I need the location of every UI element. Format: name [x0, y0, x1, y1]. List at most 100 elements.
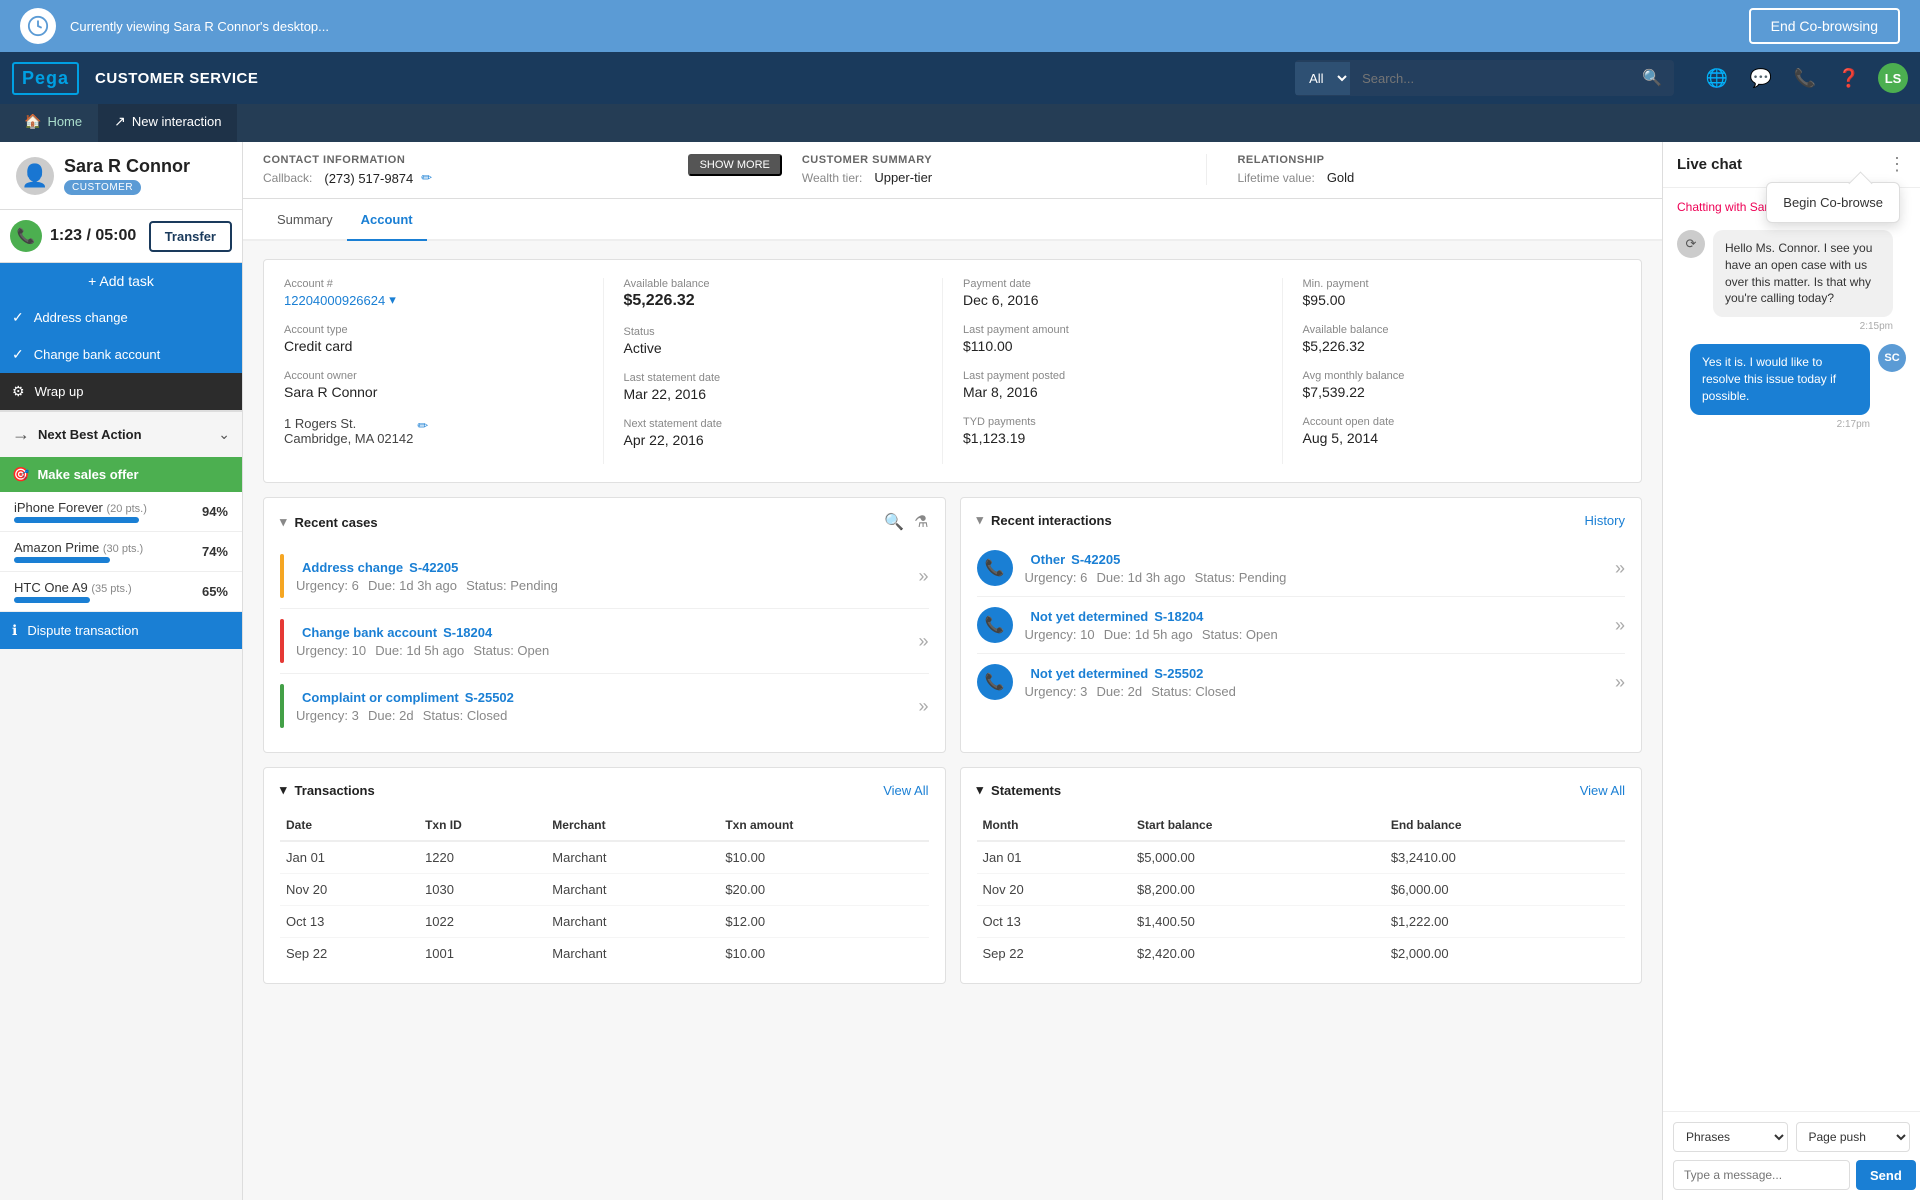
min-payment-label: Min. payment — [1303, 278, 1622, 290]
txn-row-1[interactable]: Jan 01 1220 Marchant $10.00 — [280, 841, 929, 874]
urgency-bar-green — [280, 684, 284, 728]
case-info-address: Address changeS-42205 Urgency: 6 Due: 1d… — [296, 560, 918, 593]
chat-tools: Phrases Page push — [1673, 1122, 1910, 1152]
customer-badge: CUSTOMER — [64, 180, 141, 195]
interaction-phone-icon-3: 📞 — [977, 664, 1013, 700]
tab-new-interaction[interactable]: ↗ New interaction — [98, 104, 237, 142]
statements-view-all[interactable]: View All — [1580, 783, 1625, 798]
interaction-icon: ↗ — [114, 113, 126, 130]
lifetime-label: Lifetime value: — [1237, 171, 1314, 185]
case-row-bank-account[interactable]: Change bank accountS-18204 Urgency: 10 D… — [280, 609, 929, 674]
nba-chevron-icon[interactable]: ⌄ — [218, 426, 230, 443]
phrases-select[interactable]: Phrases — [1673, 1122, 1788, 1152]
tab-home[interactable]: 🏠 Home — [8, 104, 98, 142]
interaction-row-1[interactable]: 📞 OtherS-42205 Urgency: 6 Due: 1d 3h ago… — [977, 540, 1626, 597]
nba-offer-htc[interactable]: HTC One A9 (35 pts.) 65% — [0, 572, 242, 612]
txn-amount-2: $20.00 — [719, 874, 928, 906]
interaction-meta-1: Urgency: 6 Due: 1d 3h ago Status: Pendin… — [1025, 570, 1603, 585]
task-item-wrap-up[interactable]: ⚙ Wrap up — [0, 373, 242, 410]
show-more-button[interactable]: SHOW MORE — [688, 154, 782, 176]
next-statement-value: Apr 22, 2016 — [624, 432, 943, 448]
add-task-button[interactable]: + Add task — [0, 263, 242, 299]
globe-icon[interactable]: 🌐 — [1702, 63, 1732, 93]
acct-type-label: Account type — [284, 324, 603, 336]
call-timer-text: 1:23 / 05:00 — [50, 227, 136, 245]
offer-iphone-pct: 94% — [202, 504, 228, 519]
agent-chat-time: 2:15pm — [1713, 321, 1893, 332]
txn-row-3[interactable]: Oct 13 1022 Marchant $12.00 — [280, 906, 929, 938]
dispute-transaction-item[interactable]: ℹ Dispute transaction — [0, 612, 242, 649]
interaction-info-3: Not yet determinedS-25502 Urgency: 3 Due… — [1025, 666, 1603, 699]
search-type-select[interactable]: All — [1295, 62, 1350, 95]
case-row-address-change[interactable]: Address changeS-42205 Urgency: 6 Due: 1d… — [280, 544, 929, 609]
checkmark-icon-2: ✓ — [12, 346, 24, 363]
search-input[interactable] — [1350, 63, 1630, 94]
txn-merchant-4: Marchant — [546, 938, 719, 970]
chat-message-input[interactable] — [1673, 1160, 1850, 1190]
transactions-view-all[interactable]: View All — [883, 783, 928, 798]
cobrowse-banner-text: Currently viewing Sara R Connor's deskto… — [70, 19, 329, 34]
page-push-select[interactable]: Page push — [1796, 1122, 1911, 1152]
chat-icon[interactable]: 💬 — [1746, 63, 1776, 93]
nba-offer-iphone[interactable]: iPhone Forever (20 pts.) 94% — [0, 492, 242, 532]
customer-avatar: 👤 — [16, 157, 54, 195]
acct-number-value[interactable]: 12204000926624 ▾ — [284, 292, 603, 308]
nba-target-icon: 🎯 — [12, 466, 29, 483]
tab-summary[interactable]: Summary — [263, 199, 347, 241]
interaction-row-3[interactable]: 📞 Not yet determinedS-25502 Urgency: 3 D… — [977, 654, 1626, 710]
call-timer-bar: 📞 1:23 / 05:00 Transfer — [0, 210, 242, 263]
tab-account[interactable]: Account — [347, 199, 427, 241]
history-link[interactable]: History — [1585, 513, 1625, 528]
statements-header-row: Month Start balance End balance — [977, 810, 1626, 841]
stmt-row-1[interactable]: Jan 01 $5,000.00 $3,2410.00 — [977, 841, 1626, 874]
stmt-month-1: Jan 01 — [977, 841, 1132, 874]
task-item-bank-account[interactable]: ✓ Change bank account — [0, 336, 242, 373]
acct-type-value: Credit card — [284, 338, 603, 354]
cases-filter-icon[interactable]: ⚗ — [914, 512, 928, 532]
interaction-title-1: OtherS-42205 — [1025, 552, 1603, 567]
phone-icon[interactable]: 📞 — [1790, 63, 1820, 93]
case-row-complaint[interactable]: Complaint or complimentS-25502 Urgency: … — [280, 674, 929, 738]
user-avatar[interactable]: LS — [1878, 63, 1908, 93]
interactions-header: ▾ Recent interactions History — [977, 512, 1626, 528]
dispute-label: Dispute transaction — [27, 623, 138, 638]
phone-circle-icon: 📞 — [10, 220, 42, 252]
chat-input-area: Phrases Page push Send — [1663, 1111, 1920, 1200]
offer-iphone-info: iPhone Forever (20 pts.) — [14, 500, 147, 523]
nba-offer-amazon[interactable]: Amazon Prime (30 pts.) 74% — [0, 532, 242, 572]
end-cobrowse-button[interactable]: End Co-browsing — [1749, 8, 1900, 44]
transfer-button[interactable]: Transfer — [149, 221, 232, 252]
cobrowse-popup[interactable]: Begin Co-browse — [1766, 182, 1900, 223]
task-item-address-change[interactable]: ✓ Address change — [0, 299, 242, 336]
nav-icons: 🌐 💬 📞 ❓ LS — [1702, 63, 1908, 93]
stmt-row-3[interactable]: Oct 13 $1,400.50 $1,222.00 — [977, 906, 1626, 938]
cases-search-icon[interactable]: 🔍 — [884, 512, 904, 532]
txn-row-4[interactable]: Sep 22 1001 Marchant $10.00 — [280, 938, 929, 970]
live-chat-menu-icon[interactable]: ⋮ — [1888, 154, 1906, 175]
callback-edit-icon[interactable]: ✏ — [421, 170, 432, 186]
top-navigation: Pega CUSTOMER SERVICE All 🔍 🌐 💬 📞 ❓ LS — [0, 52, 1920, 104]
stmt-row-4[interactable]: Sep 22 $2,420.00 $2,000.00 — [977, 938, 1626, 970]
case-meta-bank: Urgency: 10 Due: 1d 5h ago Status: Open — [296, 643, 918, 658]
offer-iphone-bar — [14, 517, 139, 523]
tab-summary-label: Summary — [277, 212, 333, 227]
stmt-end-2: $6,000.00 — [1385, 874, 1625, 906]
search-button[interactable]: 🔍 — [1630, 60, 1674, 96]
interaction-row-2[interactable]: 📞 Not yet determinedS-18204 Urgency: 10 … — [977, 597, 1626, 654]
stmt-row-2[interactable]: Nov 20 $8,200.00 $6,000.00 — [977, 874, 1626, 906]
nba-action-item[interactable]: 🎯 Make sales offer — [0, 457, 242, 492]
txn-row-2[interactable]: Nov 20 1030 Marchant $20.00 — [280, 874, 929, 906]
data-tables-grid: ▾ Transactions View All Date Txn ID Merc… — [263, 767, 1642, 984]
txn-date-2: Nov 20 — [280, 874, 419, 906]
chat-send-button[interactable]: Send — [1856, 1160, 1916, 1190]
avail-bal2-field: Available balance $5,226.32 — [1303, 324, 1622, 354]
right-panel-live-chat: Live chat ⋮ Begin Co-browse Chatting wit… — [1662, 142, 1920, 1200]
show-more-container: SHOW MORE — [668, 154, 802, 176]
txn-col-id: Txn ID — [419, 810, 546, 841]
address-edit-icon[interactable]: ✏ — [417, 418, 428, 434]
stmt-start-1: $5,000.00 — [1131, 841, 1385, 874]
case-info-bank: Change bank accountS-18204 Urgency: 10 D… — [296, 625, 918, 658]
int-chevron-icon-1: » — [1615, 558, 1625, 579]
two-panel-grid: ▾ Recent cases 🔍 ⚗ Address changeS-422 — [263, 497, 1642, 753]
help-icon[interactable]: ❓ — [1834, 63, 1864, 93]
